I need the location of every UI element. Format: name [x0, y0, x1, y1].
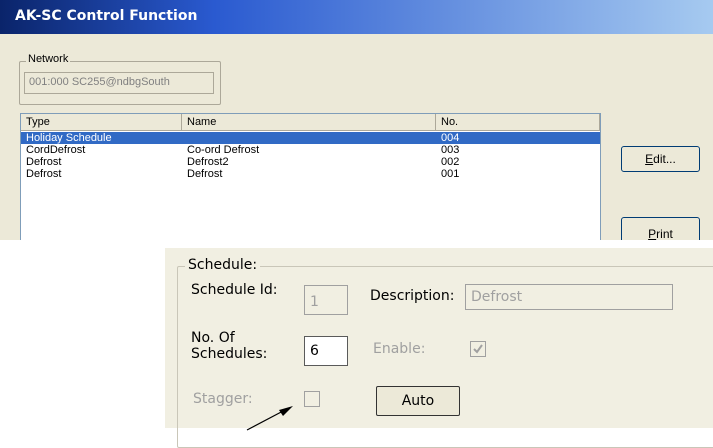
name-cell: Co-ord Defrost [187, 144, 260, 156]
function-list[interactable]: Type Name No. Holiday Schedule 004 CordD… [20, 113, 601, 240]
type-cell: CordDefrost [26, 144, 86, 156]
edit-label: dit... [653, 152, 676, 166]
dialog-title: AK-SC Control Function [15, 8, 198, 24]
no-of-schedules-label-line2: Schedules: [191, 346, 268, 362]
type-cell: Defrost [26, 156, 62, 168]
network-label: Network [26, 53, 71, 65]
list-header: Type Name No. [21, 114, 600, 131]
network-field: 001:000 SC255@ndbgSouth [24, 72, 214, 94]
enable-label: Enable: [373, 341, 426, 357]
type-cell: Defrost [26, 168, 62, 180]
no-cell: 004 [441, 132, 460, 144]
no-cell: 001 [441, 168, 460, 180]
edit-button[interactable]: Edit... [621, 146, 700, 172]
auto-label: Auto [401, 393, 435, 409]
print-label: rint [656, 227, 673, 240]
no-of-schedules-input[interactable]: 6 [304, 336, 348, 366]
edit-accelerator: E [645, 152, 654, 166]
title-bar: AK-SC Control Function [0, 0, 713, 34]
schedule-panel: Schedule: Schedule Id: 1 Description: De… [165, 248, 713, 448]
stagger-checkbox[interactable] [304, 391, 320, 407]
print-button[interactable]: Print [621, 217, 700, 240]
description-field: Defrost [465, 284, 673, 310]
no-of-schedules-label-line1: No. Of [191, 330, 235, 346]
schedule-id-field: 1 [304, 285, 348, 315]
name-cell: Defrost2 [187, 156, 229, 168]
no-cell: 003 [441, 144, 460, 156]
column-header-name[interactable]: Name [182, 114, 436, 130]
checkmark-icon [473, 344, 483, 354]
enable-checkbox [470, 341, 486, 357]
schedule-id-label: Schedule Id: [191, 282, 278, 298]
type-cell: Holiday Schedule [26, 132, 112, 144]
schedule-group-label: Schedule: [185, 257, 261, 273]
control-function-dialog: AK-SC Control Function Network 001:000 S… [0, 0, 713, 240]
stagger-label: Stagger: [193, 391, 253, 407]
column-header-type[interactable]: Type [21, 114, 182, 130]
print-accelerator: P [648, 227, 657, 240]
description-label: Description: [370, 288, 455, 304]
name-cell: Defrost [187, 168, 223, 180]
auto-button[interactable]: Auto [376, 386, 460, 416]
table-row[interactable]: Defrost Defrost 001 [21, 168, 600, 180]
table-row[interactable]: CordDefrost Co-ord Defrost 003 [21, 144, 600, 156]
no-cell: 002 [441, 156, 460, 168]
table-row[interactable]: Holiday Schedule 004 [21, 132, 600, 144]
table-row[interactable]: Defrost Defrost2 002 [21, 156, 600, 168]
column-header-no[interactable]: No. [436, 114, 600, 130]
